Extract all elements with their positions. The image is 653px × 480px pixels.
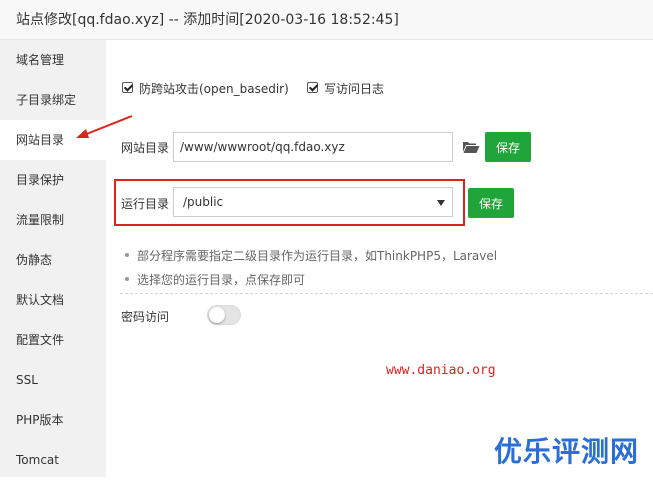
- password-access-toggle[interactable]: [207, 305, 241, 325]
- run-dir-selected-value: /public: [183, 195, 224, 209]
- password-access-label: 密码访问: [121, 310, 170, 324]
- site-dir-input[interactable]: [173, 132, 453, 162]
- access-log-label: 写访问日志: [324, 82, 385, 96]
- open-basedir-checkbox[interactable]: [122, 82, 133, 93]
- sidebar-item-ssl[interactable]: SSL: [0, 360, 106, 400]
- site-dir-save-button[interactable]: 保存: [485, 132, 531, 162]
- site-dir-label: 网站目录: [121, 141, 170, 155]
- sidebar-item-domain-management[interactable]: 域名管理: [0, 40, 106, 80]
- sidebar-item-php-version[interactable]: PHP版本: [0, 400, 106, 440]
- sidebar-item-tomcat[interactable]: Tomcat: [0, 440, 106, 480]
- run-dir-label: 运行目录: [121, 197, 170, 211]
- folder-open-icon[interactable]: [462, 140, 480, 154]
- run-dir-save-button[interactable]: 保存: [468, 188, 514, 218]
- open-basedir-label: 防跨站攻击(open_basedir): [139, 82, 289, 96]
- sidebar-item-traffic-limit[interactable]: 流量限制: [0, 200, 106, 240]
- sidebar: 域名管理 子目录绑定 网站目录 目录保护 流量限制 伪静态 默认文档 配置文件 …: [0, 40, 106, 477]
- window-title: 站点修改[qq.fdao.xyz] -- 添加时间[2020-03-16 18:…: [0, 0, 653, 40]
- sidebar-item-rewrite[interactable]: 伪静态: [0, 240, 106, 280]
- watermark-url: www.daniao.org: [386, 363, 496, 378]
- sidebar-item-directory-protection[interactable]: 目录保护: [0, 160, 106, 200]
- sidebar-item-config-file[interactable]: 配置文件: [0, 320, 106, 360]
- run-dir-select[interactable]: /public: [173, 187, 453, 217]
- caret-down-icon: [437, 200, 445, 206]
- main-panel: 防跨站攻击(open_basedir) 写访问日志 网站目录 保存 运行目录 /…: [106, 40, 653, 477]
- toggle-knob: [209, 307, 225, 323]
- tip-item: 部分程序需要指定二级目录作为运行目录，如ThinkPHP5，Laravel: [124, 249, 498, 263]
- sidebar-item-default-document[interactable]: 默认文档: [0, 280, 106, 320]
- divider: [120, 293, 653, 294]
- watermark-logo: 优乐评测网: [494, 435, 640, 468]
- tip-item: 选择您的运行目录，点保存即可: [124, 273, 306, 287]
- access-log-checkbox[interactable]: [307, 82, 318, 93]
